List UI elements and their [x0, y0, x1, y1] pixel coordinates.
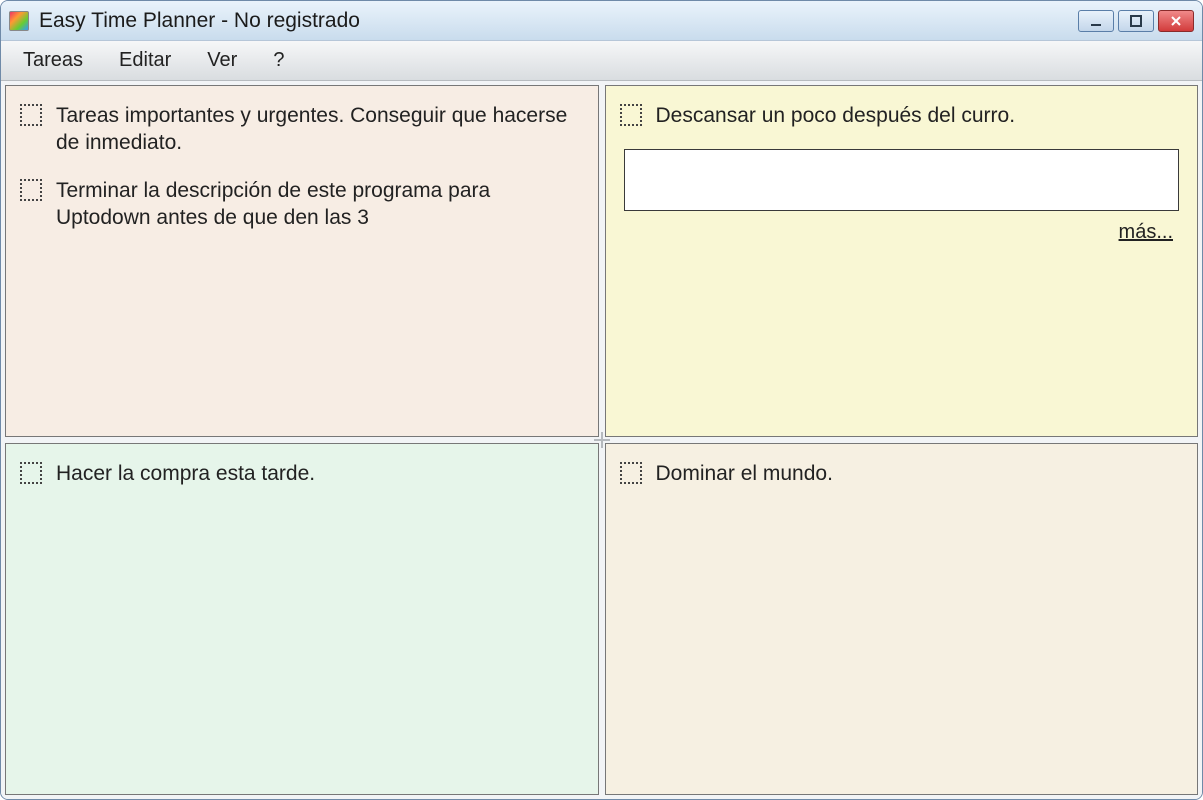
quadrant-not-important-urgent: Descansar un poco después del curro. más… [605, 85, 1199, 437]
task-checkbox[interactable] [20, 179, 42, 201]
task-item: Terminar la descripción de este programa… [20, 177, 584, 232]
splitter-handle-icon[interactable] [594, 432, 610, 448]
close-icon [1169, 14, 1183, 28]
title-bar: Easy Time Planner - No registrado [1, 1, 1202, 41]
task-text: Descansar un poco después del curro. [656, 102, 1016, 129]
menu-ver[interactable]: Ver [207, 49, 237, 72]
minimize-icon [1089, 14, 1103, 28]
task-text: Dominar el mundo. [656, 460, 833, 487]
minimize-button[interactable] [1078, 10, 1114, 32]
menu-editar[interactable]: Editar [119, 49, 171, 72]
window-controls [1078, 10, 1194, 32]
maximize-button[interactable] [1118, 10, 1154, 32]
task-checkbox[interactable] [20, 462, 42, 484]
menu-tareas[interactable]: Tareas [23, 49, 83, 72]
window-title: Easy Time Planner - No registrado [39, 9, 1078, 33]
task-text: Terminar la descripción de este programa… [56, 177, 584, 232]
menu-bar: Tareas Editar Ver ? [1, 41, 1202, 81]
task-item: Hacer la compra esta tarde. [20, 460, 584, 487]
more-link[interactable]: más... [1119, 221, 1173, 244]
task-checkbox[interactable] [20, 104, 42, 126]
quadrant-not-important-not-urgent: Dominar el mundo. [605, 443, 1199, 795]
task-text: Hacer la compra esta tarde. [56, 460, 315, 487]
close-button[interactable] [1158, 10, 1194, 32]
task-item: Tareas importantes y urgentes. Conseguir… [20, 102, 584, 157]
task-item: Descansar un poco después del curro. [620, 102, 1184, 129]
app-window: Easy Time Planner - No registrado Tareas… [0, 0, 1203, 800]
task-checkbox[interactable] [620, 104, 642, 126]
maximize-icon [1129, 14, 1143, 28]
task-text: Tareas importantes y urgentes. Conseguir… [56, 102, 584, 157]
quadrant-important-urgent: Tareas importantes y urgentes. Conseguir… [5, 85, 599, 437]
task-checkbox[interactable] [620, 462, 642, 484]
task-note-input[interactable] [624, 149, 1180, 211]
quadrant-important-not-urgent: Hacer la compra esta tarde. [5, 443, 599, 795]
app-icon [9, 11, 29, 31]
menu-help[interactable]: ? [273, 49, 284, 72]
quadrant-grid: Tareas importantes y urgentes. Conseguir… [1, 81, 1202, 799]
task-item: Dominar el mundo. [620, 460, 1184, 487]
